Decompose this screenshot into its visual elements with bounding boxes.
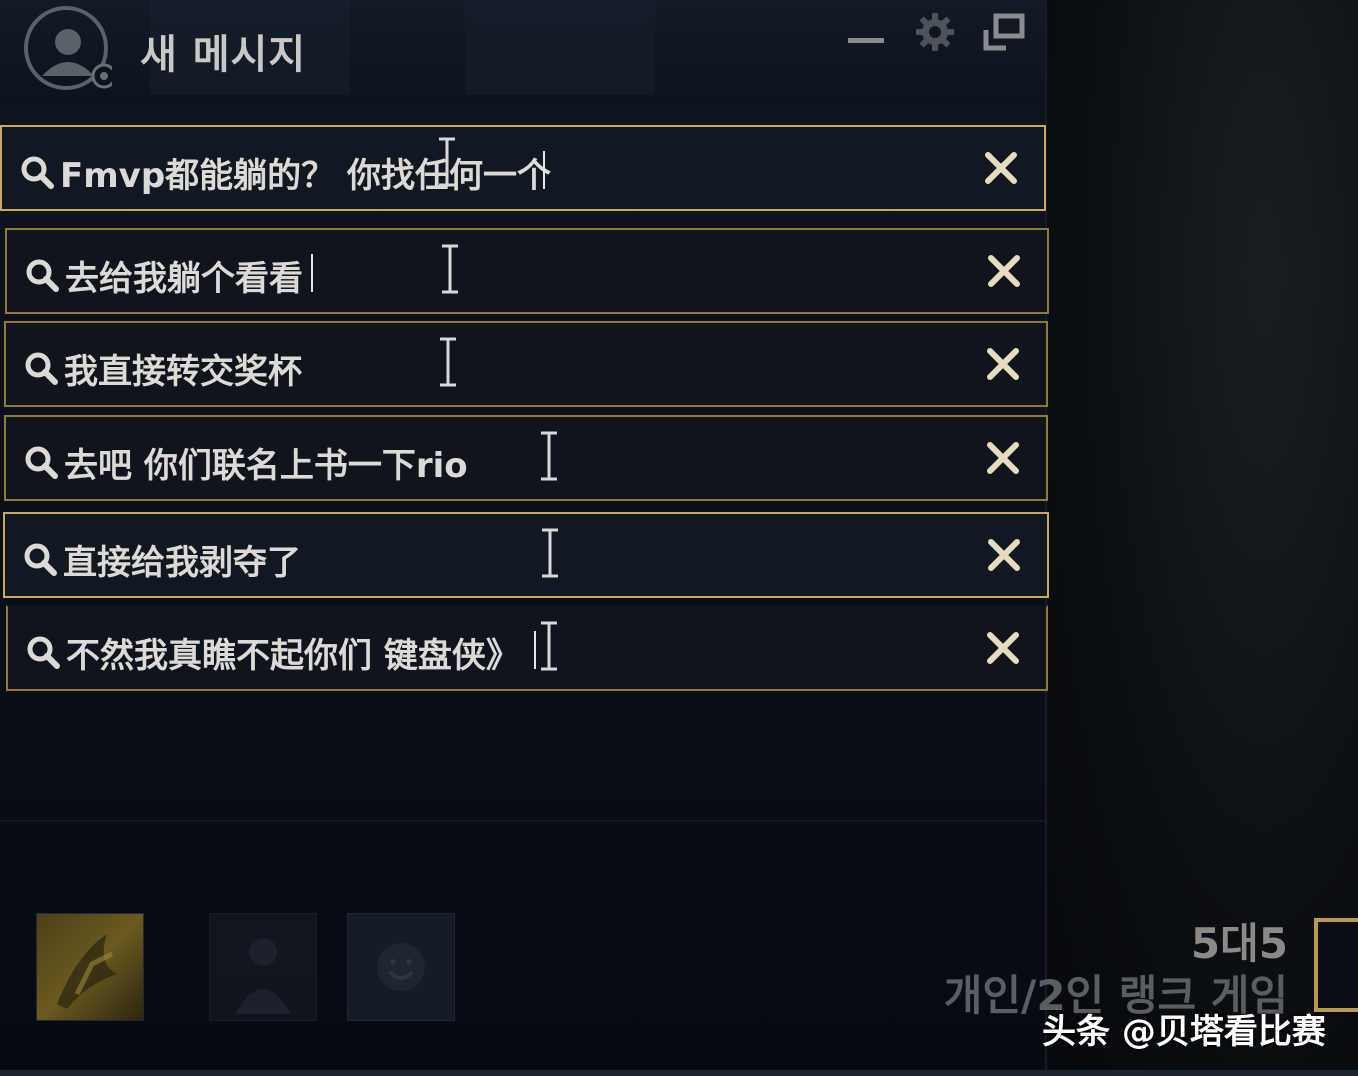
- figure-icon: [235, 938, 291, 1014]
- watermark: 头条 @贝塔看比赛: [1042, 1012, 1326, 1052]
- text-cursor-icon: [541, 431, 557, 481]
- message-text: 去给我躺个看看: [65, 259, 303, 299]
- champion-thumbnail[interactable]: [36, 913, 144, 1021]
- text-caret: [543, 151, 545, 189]
- search-icon: [25, 352, 58, 385]
- user-avatar-icon[interactable]: [24, 6, 112, 90]
- emote-thumbnail[interactable]: [347, 913, 455, 1021]
- message-input-row[interactable]: 直接给我剥夺了: [3, 512, 1049, 598]
- settings-button[interactable]: [915, 12, 955, 56]
- minimize-icon: [848, 38, 884, 43]
- gear-icon: [916, 13, 954, 51]
- message-text: 去吧 你们联名上书一下rio: [64, 446, 468, 486]
- message-text: Fmvp都能躺的？ 你找任何一个: [60, 156, 551, 196]
- message-input-row[interactable]: 去吧 你们联名上书一下rio: [4, 415, 1048, 501]
- text-caret: [534, 631, 536, 669]
- client-screen: 새 메시지 Fmvp都能躺的？ 你找任何一个 去给我躺个看看 我直接转交奖杯 去…: [0, 0, 1358, 1076]
- popout-icon: [983, 13, 1025, 51]
- text-cursor-icon: [439, 137, 455, 187]
- divider: [0, 820, 1045, 822]
- close-icon[interactable]: [986, 441, 1020, 475]
- message-text: 我直接转交奖杯: [64, 352, 302, 392]
- close-icon[interactable]: [984, 151, 1018, 185]
- skin-thumbnail[interactable]: [209, 913, 317, 1021]
- message-input-row[interactable]: 去给我躺个看看: [5, 228, 1049, 314]
- close-icon[interactable]: [987, 254, 1021, 288]
- message-text: 直接给我剥夺了: [63, 543, 301, 583]
- close-icon[interactable]: [987, 538, 1021, 572]
- search-icon: [27, 636, 60, 669]
- search-icon: [26, 259, 59, 292]
- minimize-button[interactable]: [846, 30, 886, 58]
- text-cursor-icon: [442, 244, 458, 294]
- search-icon: [25, 446, 58, 479]
- message-input-row[interactable]: Fmvp都能躺的？ 你找任何一个: [0, 125, 1046, 211]
- text-cursor-icon: [542, 528, 558, 578]
- close-icon[interactable]: [986, 631, 1020, 665]
- play-button[interactable]: [1314, 918, 1358, 1012]
- popout-button[interactable]: [982, 12, 1028, 58]
- text-cursor-icon: [440, 337, 456, 387]
- message-input-row[interactable]: 我直接转交奖杯: [4, 321, 1048, 407]
- bottom-bar: [0, 1070, 1358, 1076]
- search-icon: [21, 156, 54, 189]
- chat-header: 새 메시지: [0, 0, 1045, 100]
- search-icon: [24, 543, 57, 576]
- champion-icon: [57, 934, 117, 1009]
- text-caret: [311, 254, 313, 292]
- text-cursor-icon: [541, 621, 557, 671]
- message-text: 不然我真瞧不起你们 键盘侠》: [66, 636, 520, 676]
- header-art-right: [465, 0, 655, 95]
- page-title: 새 메시지: [140, 32, 307, 78]
- message-input-row[interactable]: 不然我真瞧不起你们 键盘侠》: [6, 605, 1048, 691]
- emote-smiley-icon: [377, 943, 425, 991]
- close-icon[interactable]: [986, 347, 1020, 381]
